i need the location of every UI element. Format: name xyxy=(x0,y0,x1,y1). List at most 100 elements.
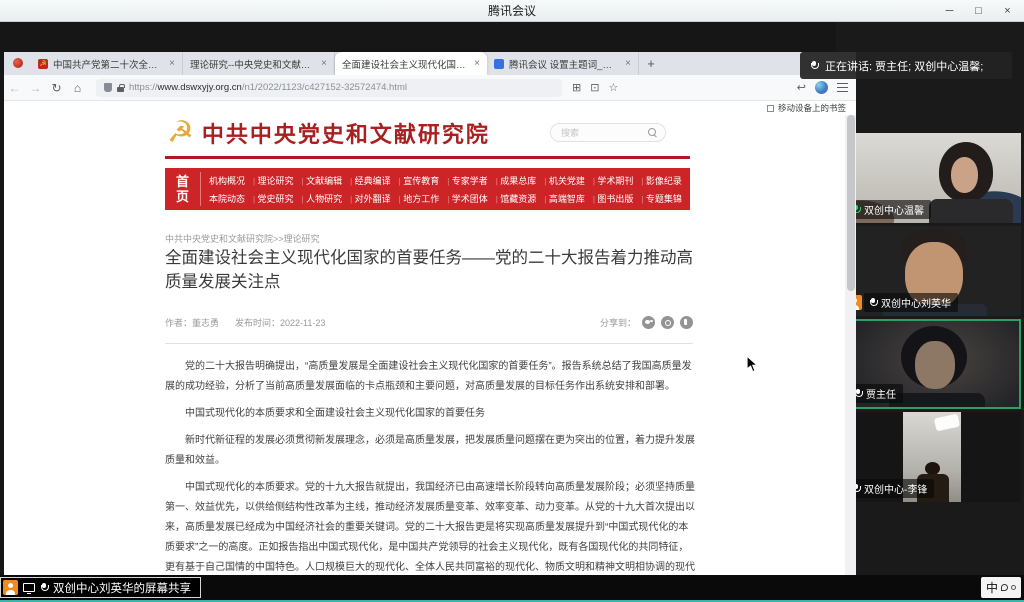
window-titlebar: 腾讯会议 ─ □ × xyxy=(0,0,1024,22)
nav-item[interactable]: 学术期刊 xyxy=(597,174,643,187)
weibo-share-icon[interactable] xyxy=(661,316,674,329)
minimize-button[interactable]: ─ xyxy=(935,0,964,22)
ime-indicator[interactable]: 中 xyxy=(981,577,1021,598)
header-divider xyxy=(165,156,690,159)
nav-item[interactable]: 对外翻译 xyxy=(355,192,401,205)
tab-theory-research[interactable]: 理论研究--中央党史和文献研究院… × xyxy=(183,52,335,75)
maximize-button[interactable]: □ xyxy=(964,0,993,22)
address-bar-actions: ⊞ ⊡ ☆ xyxy=(572,81,618,94)
nav-item[interactable]: 人物研究 xyxy=(306,192,352,205)
nav-item[interactable]: 馆藏资源 xyxy=(500,192,546,205)
screen-share-icon xyxy=(23,583,35,592)
video-tile-wenxin[interactable]: 双创中心温馨 xyxy=(843,133,1021,223)
nav-item[interactable]: 成果总库 xyxy=(500,174,546,187)
lock-icon xyxy=(117,87,124,92)
tab-party-congress[interactable]: ☭ 中国共产党第二十次全国代表大… × xyxy=(31,52,183,75)
nav-item[interactable]: 本院动态 xyxy=(209,192,255,205)
url-text: https://www.dswxyjy.org.cn/n1/2022/1123/… xyxy=(129,82,407,93)
sync-arrow-icon[interactable]: ↩ xyxy=(797,81,806,94)
nav-item[interactable]: 专家学者 xyxy=(452,174,498,187)
tencent-meeting-window: 腾讯会议 ─ □ × 正在讲话: 贾主任; 双创中心温馨; ☭ 中国共产党第二十… xyxy=(0,0,1024,602)
speaking-status-banner: 正在讲话: 贾主任; 双创中心温馨; xyxy=(800,52,1012,79)
paragraph: 党的二十大报告明确提出，“高质量发展是全面建设社会主义现代化国家的首要任务”。报… xyxy=(165,357,695,397)
mic-icon xyxy=(40,583,48,593)
paragraph: 新时代新征程的发展必须贯彻新发展理念，必须是高质量发展，把发展质量问题摆在更为突… xyxy=(165,431,695,471)
breadcrumb[interactable]: 中共中央党史和文献研究院>>理论研究 xyxy=(165,232,320,245)
paragraph-subheading: 中国式现代化的本质要求和全面建设社会主义现代化国家的首要任务 xyxy=(165,404,695,424)
tab-close-icon[interactable]: × xyxy=(169,58,175,69)
browser-tab-bar: ☭ 中国共产党第二十次全国代表大… × 理论研究--中央党史和文献研究院… × … xyxy=(4,52,856,75)
bookmark-folder-icon xyxy=(767,105,774,112)
participant-label: 双创中心温馨 xyxy=(847,200,931,219)
article-body: 党的二十大报告明确提出，“高质量发展是全面建设社会主义现代化国家的首要任务”。报… xyxy=(165,357,695,575)
extensions-icon[interactable]: ⊞ xyxy=(572,81,581,94)
page-scrollbar[interactable] xyxy=(845,115,856,575)
site-search-box[interactable] xyxy=(550,123,666,142)
home-icon[interactable]: ⌂ xyxy=(67,81,88,95)
back-icon[interactable]: ← xyxy=(4,81,25,95)
participant-label: 贾主任 xyxy=(849,384,903,403)
meta-divider xyxy=(165,343,693,344)
menu-icon[interactable] xyxy=(837,83,848,92)
nav-item[interactable]: 党史研究 xyxy=(258,192,304,205)
nav-item[interactable]: 机关党建 xyxy=(549,174,595,187)
close-button[interactable]: × xyxy=(993,0,1022,22)
tab-close-icon[interactable]: × xyxy=(474,58,480,69)
speaking-status-text: 正在讲话: 贾主任; 双创中心温馨; xyxy=(825,58,983,74)
window-title: 腾讯会议 xyxy=(488,2,536,19)
qzone-share-icon[interactable] xyxy=(680,316,693,329)
nav-item[interactable]: 理论研究 xyxy=(258,174,304,187)
screen-share-indicator: 双创中心刘英华的屏幕共享 xyxy=(0,577,201,598)
wechat-share-icon[interactable] xyxy=(642,316,655,329)
browser-toolbar-right: ↩ xyxy=(797,81,848,94)
party-emblem-favicon: ☭ xyxy=(38,59,48,69)
nav-item[interactable]: 机构概况 xyxy=(209,174,255,187)
presenter-badge-icon xyxy=(3,580,18,595)
forward-icon[interactable]: → xyxy=(25,81,46,95)
video-tile-jiazhuren[interactable]: 贾主任 xyxy=(843,319,1021,409)
microphone-icon xyxy=(810,61,818,71)
account-avatar-icon[interactable] xyxy=(815,81,828,94)
webpage: ☭ 中共中央党史和文献研究院 首页 机构概况 理论研究 文献编辑 经典编译 宣传… xyxy=(4,115,845,575)
reader-mode-icon[interactable]: ⊡ xyxy=(590,81,599,94)
nav-item[interactable]: 地方工作 xyxy=(403,192,449,205)
nav-home[interactable]: 首页 xyxy=(165,172,201,206)
tab-baidu-search[interactable]: 腾讯会议 设置主题词_百度搜索 × xyxy=(487,52,639,75)
browser-navbar: ← → ↻ ⌂ https://www.dswxyjy.org.cn/n1/20… xyxy=(4,75,856,101)
article-author: 作者：董志勇 xyxy=(165,316,219,329)
bookmark-item[interactable]: 移动设备上的书签 xyxy=(778,102,846,114)
participants-panel: 双创中心温馨 双创中心刘英华 贾主任 xyxy=(836,22,1024,575)
nav-row-1: 机构概况 理论研究 文献编辑 经典编译 宣传教育 专家学者 成果总库 机关党建 … xyxy=(209,174,682,187)
nav-item[interactable]: 影像纪录 xyxy=(646,174,682,187)
reload-icon[interactable]: ↻ xyxy=(46,81,67,95)
nav-item[interactable]: 宣传教育 xyxy=(403,174,449,187)
article-publish-time: 发布时间：2022-11-23 xyxy=(235,316,325,329)
video-tile-liuyinghua[interactable]: 双创中心刘英华 xyxy=(843,226,1021,316)
new-tab-button[interactable]: + xyxy=(639,52,663,75)
nav-item[interactable]: 经典编译 xyxy=(355,174,401,187)
nav-item[interactable]: 专题集锦 xyxy=(646,192,682,205)
search-icon[interactable] xyxy=(648,128,657,137)
baidu-favicon xyxy=(494,59,504,69)
tab-close-icon[interactable]: × xyxy=(625,58,631,69)
nav-item[interactable]: 学术团体 xyxy=(452,192,498,205)
mouse-cursor xyxy=(746,355,759,374)
address-bar[interactable]: https://www.dswxyjy.org.cn/n1/2022/1123/… xyxy=(96,79,562,97)
nav-item[interactable]: 图书出版 xyxy=(597,192,643,205)
participant-label: 双创中心刘英华 xyxy=(864,293,958,312)
share-label: 分享到： xyxy=(600,316,636,329)
nav-item[interactable]: 高端智库 xyxy=(549,192,595,205)
site-nav: 首页 机构概况 理论研究 文献编辑 经典编译 宣传教育 专家学者 成果总库 机关… xyxy=(165,168,690,210)
participant-label: 双创中心-李锋 xyxy=(847,479,934,498)
shared-screen-browser: ☭ 中国共产党第二十次全国代表大… × 理论研究--中央党史和文献研究院… × … xyxy=(4,52,856,575)
search-input[interactable] xyxy=(561,128,645,138)
window-controls: ─ □ × xyxy=(935,0,1022,22)
tab-active-article[interactable]: 全面建设社会主义现代化国家的首… × xyxy=(335,52,487,75)
scrollbar-thumb[interactable] xyxy=(847,115,855,291)
video-tile-lifeng[interactable]: 双创中心-李锋 xyxy=(843,412,1021,502)
bookmark-star-icon[interactable]: ☆ xyxy=(608,81,618,94)
nav-item[interactable]: 文献编辑 xyxy=(306,174,352,187)
tab-close-icon[interactable]: × xyxy=(321,58,327,69)
party-emblem-icon: ☭ xyxy=(167,118,194,148)
firefox-icon xyxy=(13,58,23,68)
